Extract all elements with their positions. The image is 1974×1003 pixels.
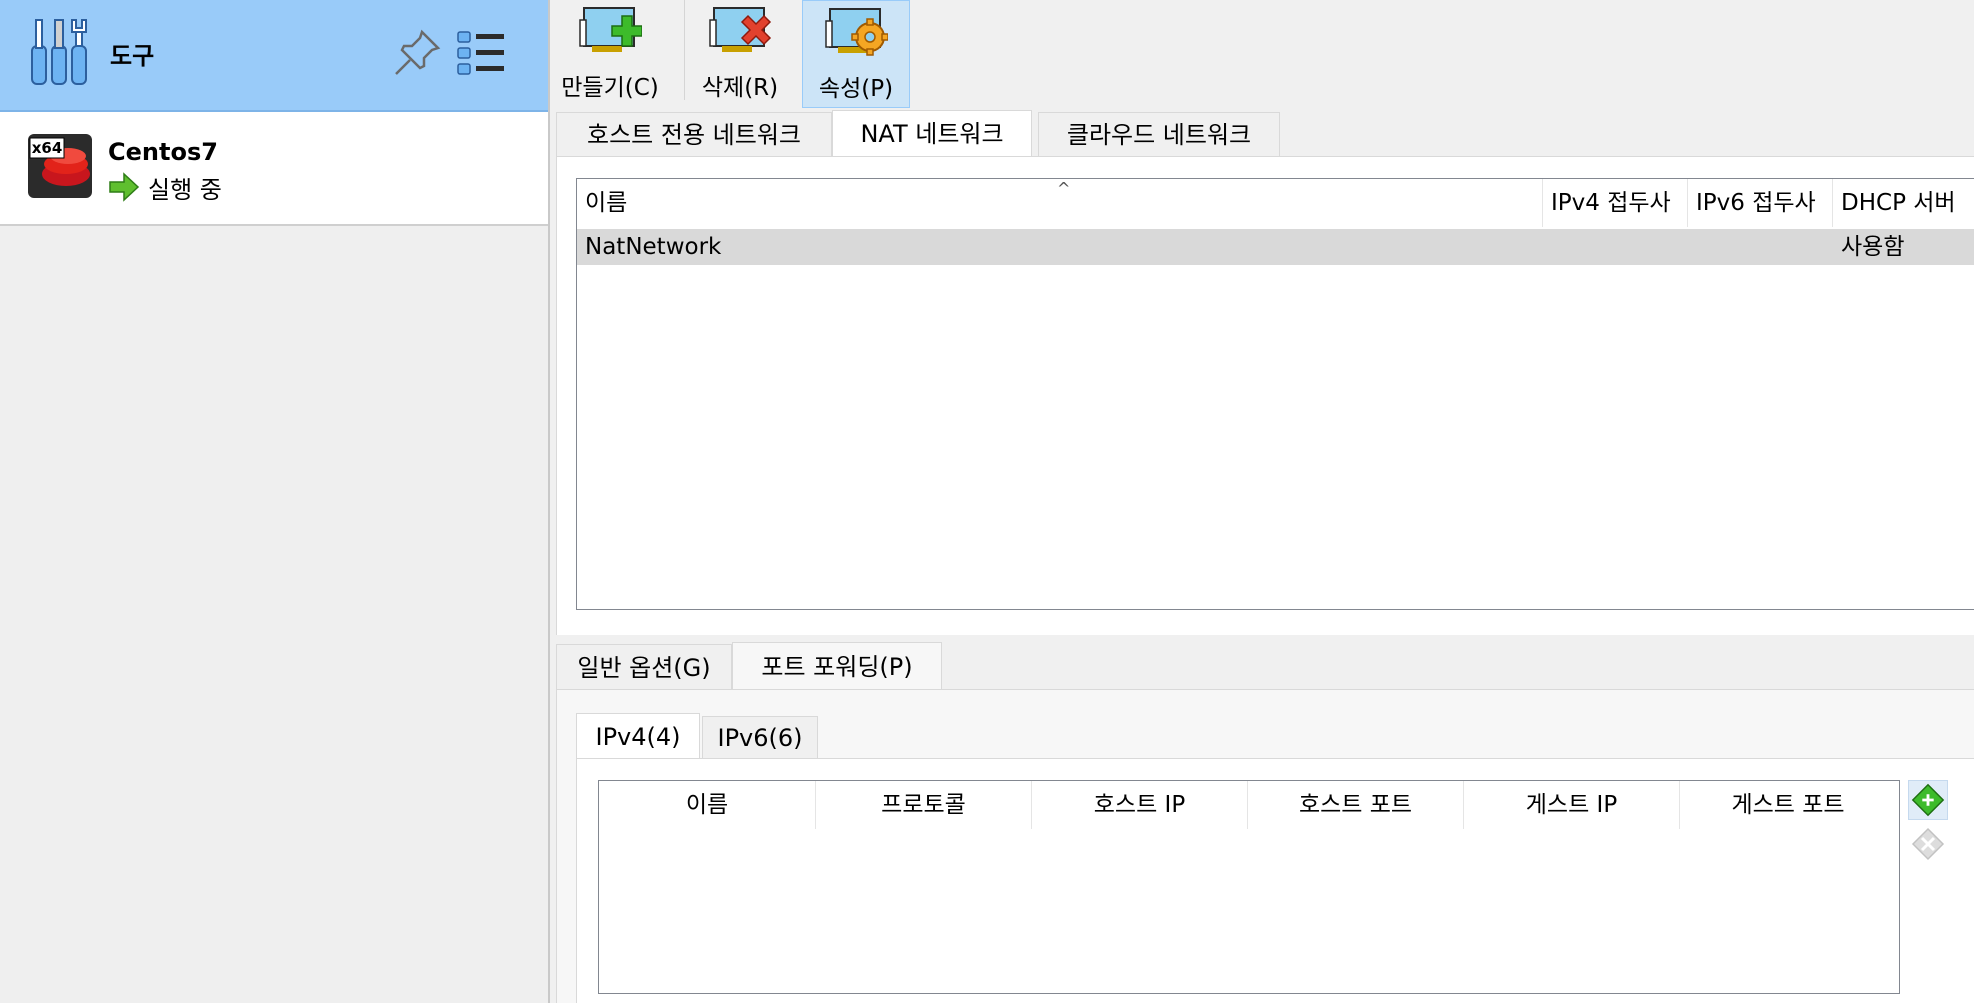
column-label: 호스트 포트 [1298, 792, 1413, 818]
column-label: DHCP 서버 [1841, 190, 1956, 216]
column-label: IPv6 접두사 [1696, 190, 1816, 216]
properties-button[interactable]: 속성(P) [802, 0, 910, 108]
column-header-ipv4-prefix[interactable]: IPv4 접두사 [1543, 179, 1688, 227]
dhcp-server-cell: 사용함 [1841, 234, 1905, 260]
column-header-dhcp-server[interactable]: DHCP 서버 [1833, 179, 1974, 227]
remove-rule-icon[interactable] [1910, 826, 1946, 862]
column-label: 게스트 IP [1525, 792, 1618, 818]
table-row[interactable]: NatNetwork 사용함 [577, 229, 1974, 265]
tab-label: NAT 네트워크 [860, 120, 1004, 148]
column-label: 호스트 IP [1093, 792, 1186, 818]
column-header-host-port[interactable]: 호스트 포트 [1248, 781, 1464, 829]
tab-label: IPv6(6) [717, 724, 803, 752]
column-label: 이름 [585, 190, 628, 216]
tab-general-options[interactable]: 일반 옵션(G) [556, 644, 732, 690]
tab-label: 클라우드 네트워크 [1066, 121, 1252, 149]
vm-name: Centos7 [108, 138, 218, 166]
vm-os-badge: x64 [32, 139, 63, 157]
column-label: 이름 [685, 792, 729, 818]
pin-icon[interactable] [392, 28, 442, 78]
tab-ipv6[interactable]: IPv6(6) [702, 716, 818, 759]
network-manager: 만들기(C) 삭제(R) 속성(P) 호스트 전용 네트워크 NAT 네트워크 … [550, 0, 1974, 1003]
tab-label: 일반 옵션(G) [577, 654, 711, 682]
column-header-protocol[interactable]: 프로토콜 [816, 781, 1032, 829]
network-delete-icon [709, 7, 772, 52]
network-name-cell: NatNetwork [585, 234, 722, 260]
network-properties-icon [825, 8, 888, 56]
column-label: 프로토콜 [881, 792, 966, 818]
delete-label: 삭제(R) [701, 75, 779, 101]
centos-os-icon: x64 [28, 134, 92, 198]
column-header-guest-port[interactable]: 게스트 포트 [1680, 781, 1896, 829]
add-rule-icon[interactable] [1908, 780, 1948, 820]
tab-host-only-network[interactable]: 호스트 전용 네트워크 [556, 112, 832, 158]
delete-button[interactable]: 삭제(R) [690, 0, 790, 108]
column-header-guest-ip[interactable]: 게스트 IP [1464, 781, 1680, 829]
running-arrow-icon [109, 172, 140, 202]
tools-icon [31, 19, 87, 85]
properties-label: 속성(P) [818, 76, 894, 102]
table-header: 이름 ^ IPv4 접두사 IPv6 접두사 DHCP 서버 [577, 179, 1974, 227]
vm-state: 실행 중 [148, 176, 222, 204]
hamburger-menu-icon[interactable] [456, 28, 506, 78]
create-label: 만들기(C) [561, 75, 659, 101]
column-header-host-ip[interactable]: 호스트 IP [1032, 781, 1248, 829]
tools-label: 도구 [110, 42, 155, 70]
column-header-name[interactable]: 이름 [599, 781, 816, 829]
sort-ascending-icon: ^ [1057, 179, 1071, 198]
tab-port-forwarding[interactable]: 포트 포워딩(P) [732, 642, 942, 690]
tab-cloud-network[interactable]: 클라우드 네트워크 [1038, 112, 1280, 158]
tab-label: 호스트 전용 네트워크 [587, 121, 801, 149]
toolbar-separator [684, 0, 685, 100]
column-label: 게스트 포트 [1731, 792, 1845, 818]
network-table: 이름 ^ IPv4 접두사 IPv6 접두사 DHCP 서버 NatNetwor… [576, 178, 1974, 610]
create-button[interactable]: 만들기(C) [560, 0, 660, 108]
tab-label: 포트 포워딩(P) [761, 653, 913, 681]
tools-item[interactable]: 도구 [0, 0, 548, 112]
tab-ipv4[interactable]: IPv4(4) [576, 713, 700, 759]
network-create-icon [579, 7, 642, 52]
port-forwarding-table[interactable]: 이름 프로토콜 호스트 IP 호스트 포트 게스트 IP 게스트 포트 [598, 780, 1900, 994]
vm-list-item[interactable]: x64 Centos7 실행 중 [0, 112, 548, 226]
column-label: IPv4 접두사 [1551, 190, 1671, 216]
toolbar: 만들기(C) 삭제(R) 속성(P) [550, 0, 1974, 110]
column-header-ipv6-prefix[interactable]: IPv6 접두사 [1688, 179, 1833, 227]
sidebar: 도구 x64 Centos7 실행 중 [0, 0, 550, 1003]
tab-label: IPv4(4) [595, 723, 681, 751]
tab-nat-network[interactable]: NAT 네트워크 [832, 110, 1032, 158]
